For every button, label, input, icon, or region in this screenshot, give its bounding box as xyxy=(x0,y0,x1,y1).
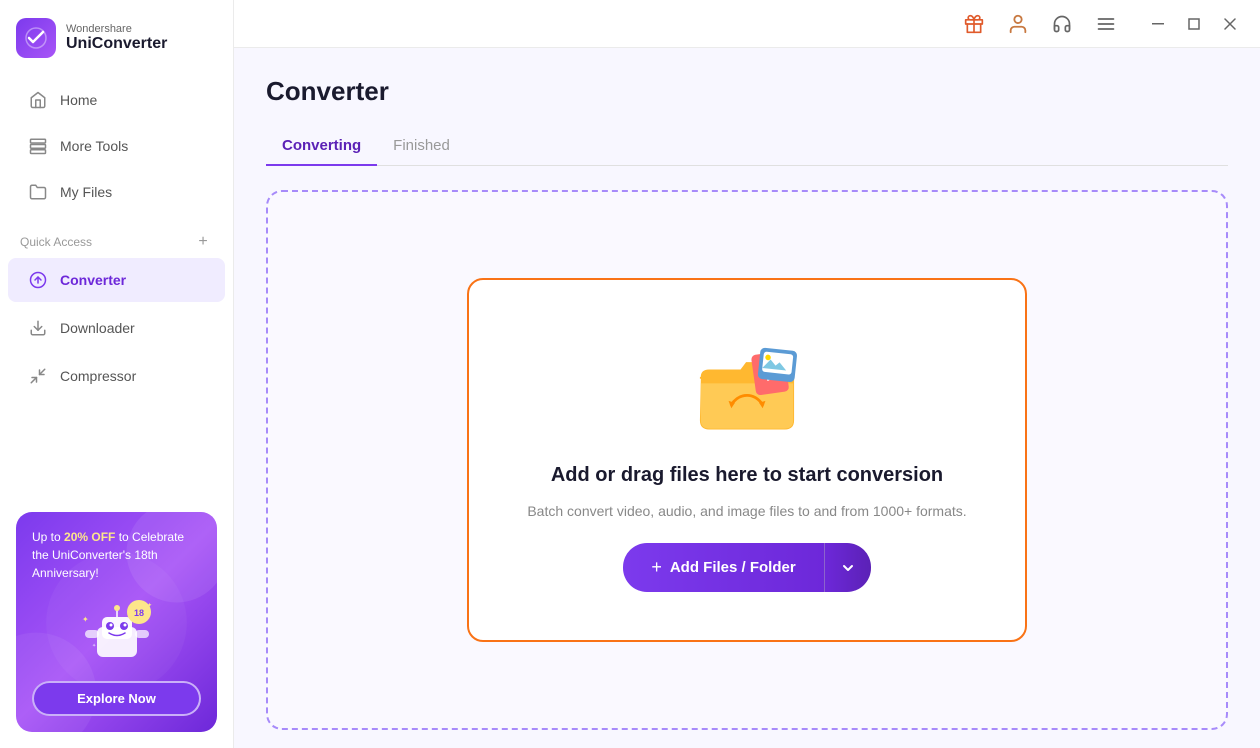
titlebar xyxy=(234,0,1260,48)
main-content: Converter Converting Finished xyxy=(234,0,1260,748)
sidebar-item-downloader-label: Downloader xyxy=(60,320,135,336)
promo-text-before: Up to xyxy=(32,530,64,544)
converter-icon xyxy=(28,270,48,290)
sidebar-item-more-tools-label: More Tools xyxy=(60,138,128,154)
add-files-label: Add Files / Folder xyxy=(670,559,796,576)
promo-text: Up to 20% OFF to Celebrate the UniConver… xyxy=(32,528,201,582)
logo-text: Wondershare UniConverter xyxy=(66,23,167,53)
window-controls xyxy=(1144,10,1244,38)
maximize-button[interactable] xyxy=(1180,10,1208,38)
sidebar-item-my-files[interactable]: My Files xyxy=(8,170,225,214)
page-title: Converter xyxy=(266,76,1228,107)
sidebar-item-downloader[interactable]: Downloader xyxy=(8,306,225,350)
drop-zone-outer[interactable]: ♪ Add or drag files here to start conver… xyxy=(266,190,1228,730)
main-nav: Home More Tools My Files xyxy=(0,76,233,216)
logo-brand: Wondershare xyxy=(66,23,167,35)
add-files-button-group: + Add Files / Folder xyxy=(623,543,870,592)
sidebar: Wondershare UniConverter Home Mor xyxy=(0,0,234,748)
add-files-dropdown-button[interactable] xyxy=(824,543,871,592)
promo-highlight: 20% OFF xyxy=(64,530,115,544)
promo-explore-button[interactable]: Explore Now xyxy=(32,681,201,716)
downloader-icon xyxy=(28,318,48,338)
home-icon xyxy=(28,90,48,110)
svg-text:✦: ✦ xyxy=(82,615,89,624)
logo-name: UniConverter xyxy=(66,35,167,53)
sidebar-item-compressor[interactable]: Compressor xyxy=(8,354,225,398)
add-files-plus-icon: + xyxy=(651,557,662,578)
headset-icon[interactable] xyxy=(1048,10,1076,38)
gift-icon[interactable] xyxy=(960,10,988,38)
sidebar-item-compressor-label: Compressor xyxy=(60,368,136,384)
drop-zone-subtitle: Batch convert video, audio, and image fi… xyxy=(527,503,966,519)
app-logo-icon xyxy=(16,18,56,58)
drop-zone-icon: ♪ xyxy=(687,328,807,448)
sidebar-bottom: Up to 20% OFF to Celebrate the UniConver… xyxy=(0,496,233,748)
logo-area: Wondershare UniConverter xyxy=(0,0,233,76)
sidebar-item-more-tools[interactable]: More Tools xyxy=(8,124,225,168)
quick-access-label: Quick Access xyxy=(20,235,92,249)
sidebar-item-home[interactable]: Home xyxy=(8,78,225,122)
page-content-area: Converter Converting Finished xyxy=(234,48,1260,748)
close-button[interactable] xyxy=(1216,10,1244,38)
tabs: Converting Finished xyxy=(266,127,1228,166)
tools-icon xyxy=(28,136,48,156)
quick-access-header: Quick Access + xyxy=(0,224,233,256)
minimize-button[interactable] xyxy=(1144,10,1172,38)
sidebar-item-converter-label: Converter xyxy=(60,272,126,288)
files-icon xyxy=(28,182,48,202)
svg-text:✦: ✦ xyxy=(92,643,96,649)
drop-zone-inner[interactable]: ♪ Add or drag files here to start conver… xyxy=(467,278,1027,642)
tab-finished[interactable]: Finished xyxy=(377,127,466,166)
svg-text:18: 18 xyxy=(133,608,143,618)
drop-zone-title: Add or drag files here to start conversi… xyxy=(551,464,943,487)
tab-converting[interactable]: Converting xyxy=(266,127,377,166)
sidebar-item-converter[interactable]: Converter xyxy=(8,258,225,302)
svg-text:✦: ✦ xyxy=(147,602,152,609)
promo-illustration: 18 ✦ ✦ ✦ xyxy=(32,582,201,681)
sidebar-item-home-label: Home xyxy=(60,92,97,108)
promo-card: Up to 20% OFF to Celebrate the UniConver… xyxy=(16,512,217,732)
quick-access-add-button[interactable]: + xyxy=(193,232,213,252)
sidebar-item-my-files-label: My Files xyxy=(60,184,112,200)
add-files-main-button[interactable]: + Add Files / Folder xyxy=(623,543,823,592)
user-icon[interactable] xyxy=(1004,10,1032,38)
menu-icon[interactable] xyxy=(1092,10,1120,38)
compressor-icon xyxy=(28,366,48,386)
